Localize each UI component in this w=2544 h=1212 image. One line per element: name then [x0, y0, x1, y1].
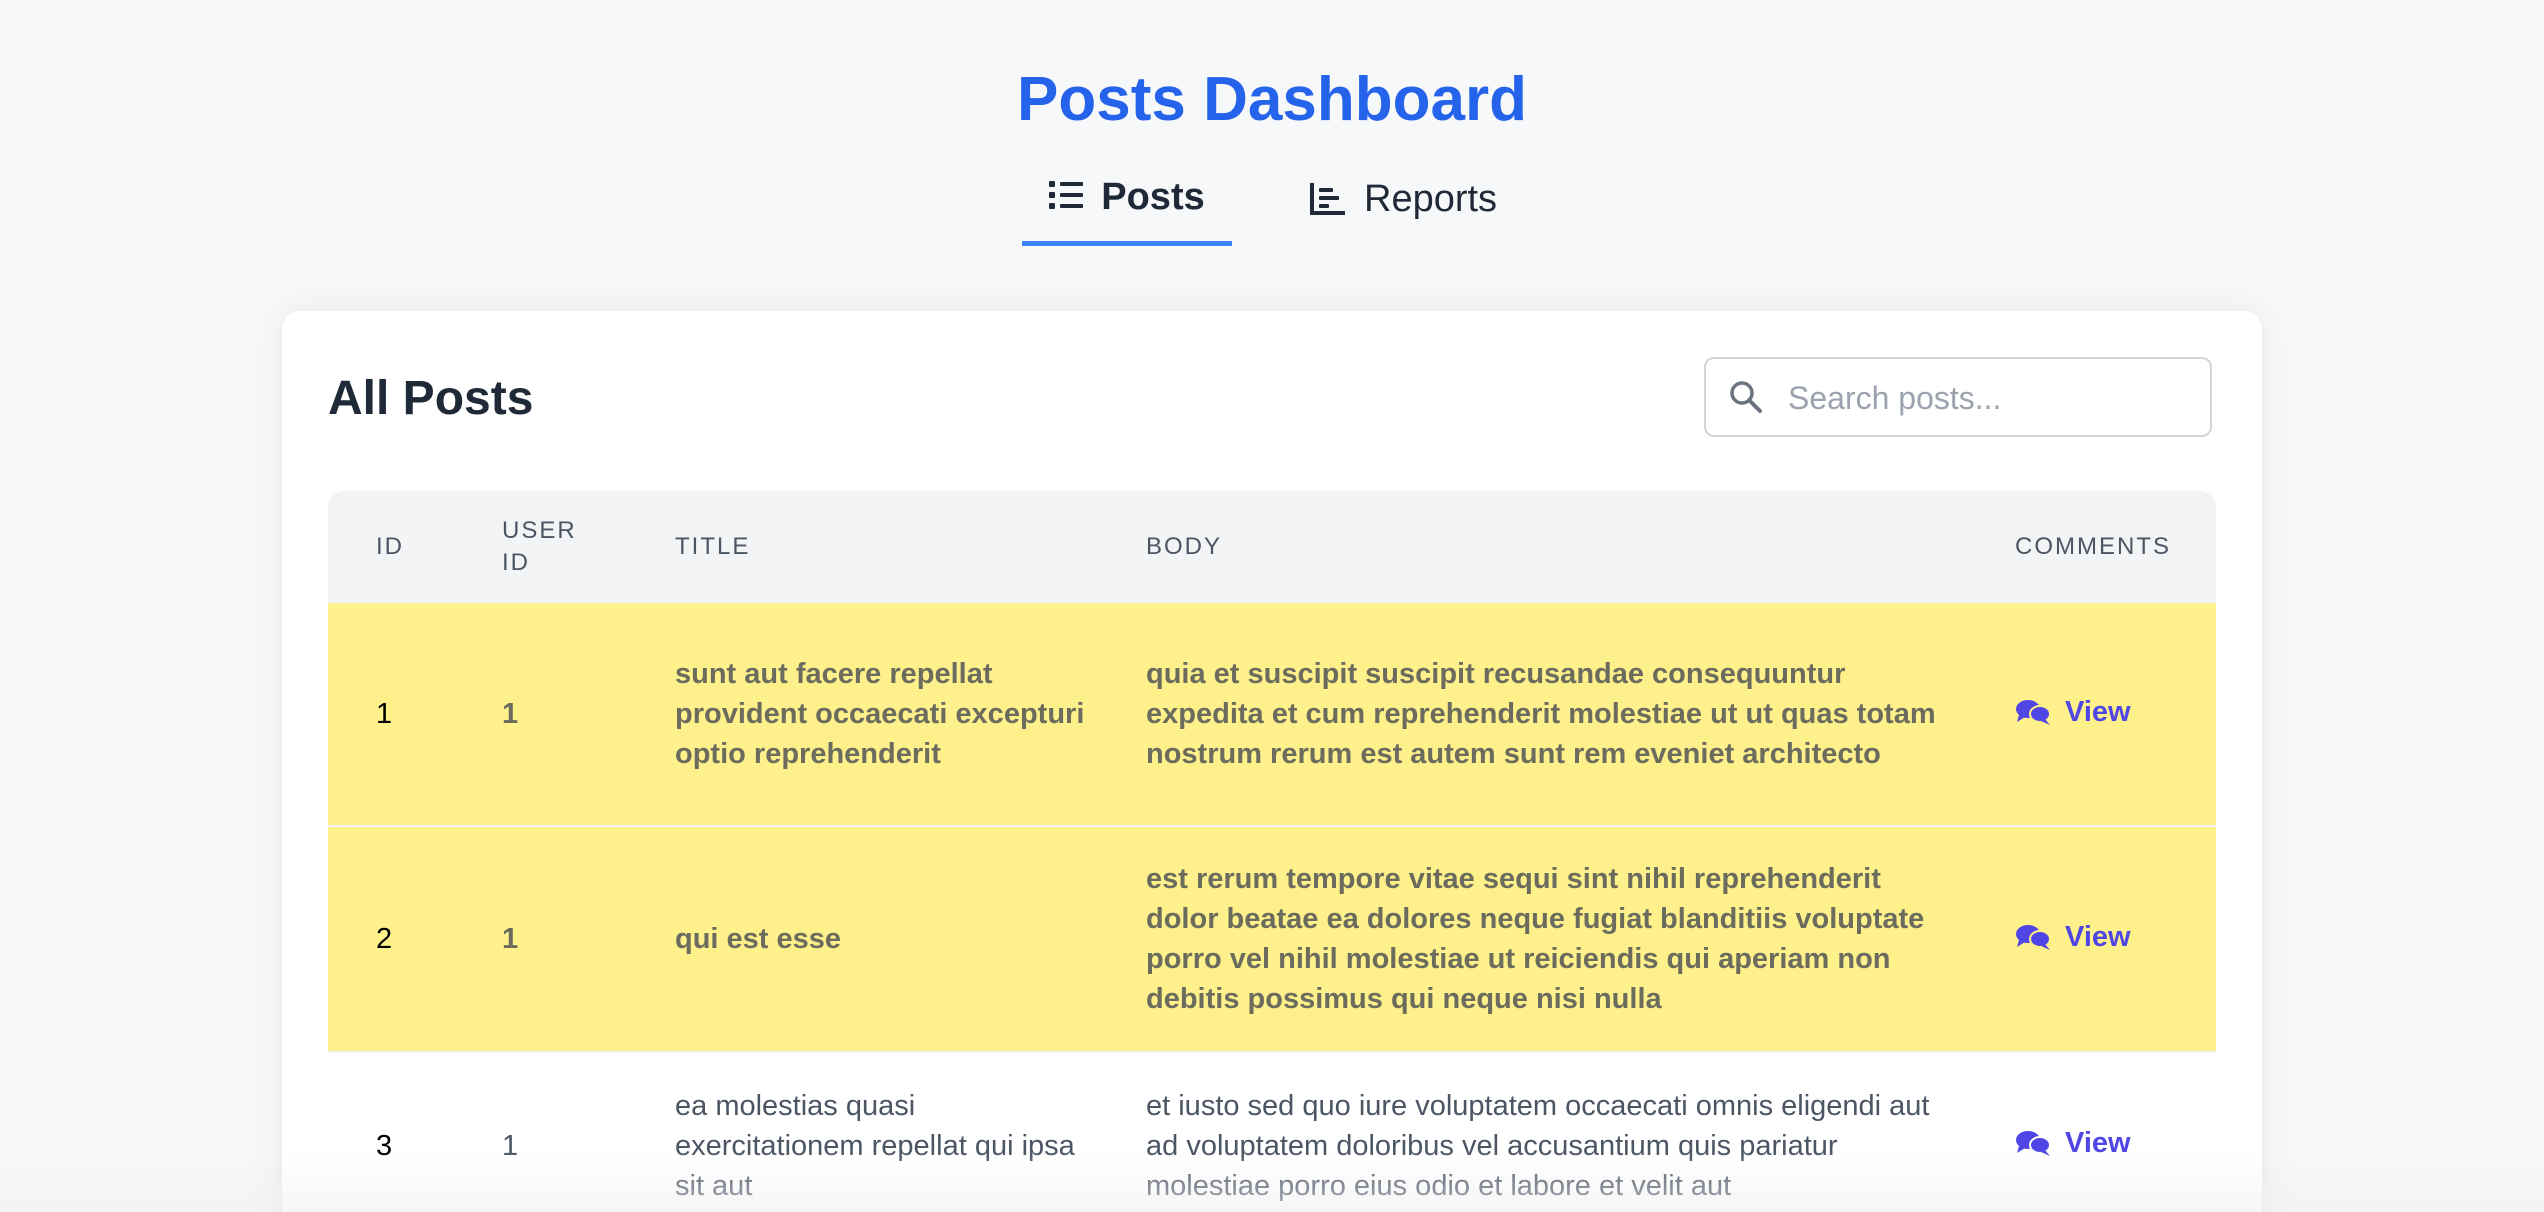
page-title: Posts Dashboard — [1017, 65, 1527, 134]
view-comments-link[interactable]: View — [2015, 917, 2131, 957]
tab-posts[interactable]: Posts — [1022, 166, 1232, 246]
page: Posts Dashboard Posts Reports All Posts … — [0, 0, 2544, 1212]
cell-title: sunt aut facere repellat provident occae… — [675, 603, 1146, 827]
search-input[interactable] — [1786, 373, 2190, 423]
cell-body: quia et suscipit suscipit recusandae con… — [1146, 603, 2015, 827]
comments-icon — [2015, 923, 2051, 951]
column-header-title: TITLE — [675, 533, 751, 560]
cell-id: 2 — [328, 826, 502, 1053]
list-icon — [1049, 180, 1084, 210]
search-icon — [1728, 379, 1764, 420]
search-box — [1704, 357, 2212, 437]
table-header-row: ID USER ID TITLE BODY COMMENTS — [328, 491, 2216, 603]
comments-icon — [2015, 1129, 2051, 1157]
view-label: View — [2065, 695, 2131, 728]
tab-reports-label: Reports — [1364, 178, 1498, 220]
view-comments-link[interactable]: View — [2015, 1123, 2131, 1163]
cell-user-id: 1 — [502, 603, 675, 827]
cell-title: ea molestias quasi exercitationem repell… — [675, 1089, 1075, 1202]
bar-chart-icon — [1310, 182, 1346, 216]
cell-body: est rerum tempore vitae sequi sint nihil… — [1146, 826, 2015, 1053]
column-header-id: ID — [376, 533, 404, 560]
cell-comments: View — [2015, 1052, 2216, 1212]
cell-id: 3 — [376, 1129, 393, 1162]
column-header-body: BODY — [1146, 533, 1223, 560]
tab-posts-label: Posts — [1101, 176, 1205, 218]
cell-comments: View — [2015, 826, 2216, 1053]
posts-card: All Posts ID USER ID TITLE BODY COM — [282, 311, 2262, 1212]
column-header-user-id: USER ID — [502, 491, 675, 603]
column-header-comments: COMMENTS — [2015, 533, 2171, 560]
comments-icon — [2015, 698, 2051, 726]
table-row[interactable]: 1 1 sunt aut facere repellat provident o… — [328, 603, 2216, 827]
cell-user-id: 1 — [502, 826, 675, 1053]
tab-reports[interactable]: Reports — [1310, 166, 1497, 246]
cell-user-id: 1 — [502, 1129, 519, 1162]
tab-bar: Posts Reports — [1022, 166, 1497, 246]
cell-title: qui est esse — [675, 826, 1146, 1053]
view-label: View — [2065, 1127, 2131, 1159]
posts-table-wrapper: ID USER ID TITLE BODY COMMENTS 1 1 sunt … — [328, 491, 2216, 1212]
table-row[interactable]: 3 1 ea molestias quasi exercitationem re… — [328, 1052, 2216, 1212]
column-header-user-id-label: USER ID — [502, 517, 577, 576]
cell-id: 1 — [328, 603, 502, 827]
view-comments-link[interactable]: View — [2015, 692, 2131, 732]
table-row[interactable]: 2 1 qui est esse est rerum tempore vitae… — [328, 826, 2216, 1053]
view-label: View — [2065, 920, 2131, 953]
card-title: All Posts — [328, 372, 534, 425]
posts-table: ID USER ID TITLE BODY COMMENTS 1 1 sunt … — [328, 491, 2216, 1212]
cell-body: et iusto sed quo iure voluptatem occaeca… — [1146, 1089, 1930, 1202]
cell-comments: View — [2015, 603, 2216, 827]
